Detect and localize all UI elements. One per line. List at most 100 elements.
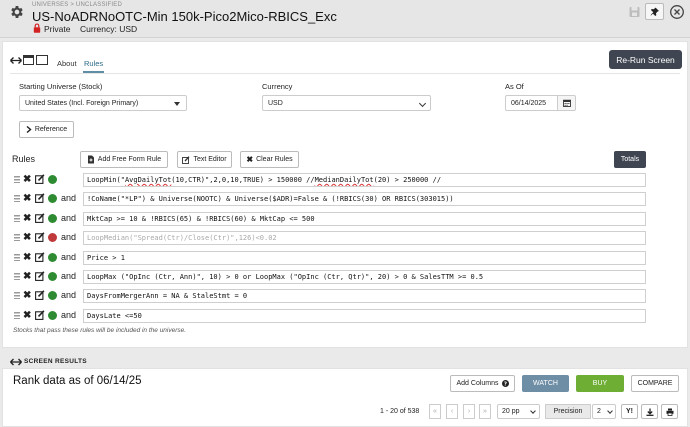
lock-icon [33,23,41,33]
starting-universe-select[interactable]: United States (Incl. Foreign Primary) [19,95,187,111]
drag-handle-icon[interactable] [14,273,20,280]
delete-rule-icon[interactable]: ✖ [23,310,31,321]
reference-button[interactable]: Reference [19,121,74,138]
drag-handle-icon[interactable] [14,292,20,300]
rule-conjunction: and [61,212,77,223]
tab-rules[interactable]: Rules [84,59,103,68]
delete-rule-icon[interactable]: ✖ [23,213,31,224]
rule-input[interactable]: LoopMax ("OpInc (Ctr, Ann)", 10) > 0 or … [83,270,646,284]
rule-input[interactable]: MktCap >= 10 & !RBICS(65) & !RBICS(60) &… [83,211,646,226]
totals-button[interactable]: Totals [614,151,646,168]
add-free-form-rule-button[interactable]: Add Free Form Rule [80,151,168,168]
rerun-screen-button[interactable]: Re-Run Screen [609,50,682,69]
starting-universe-value: United States (Incl. Foreign Primary) [25,99,139,107]
reference-label: Reference [34,126,68,133]
breadcrumb[interactable]: UNIVERSES > UNCLASSIFIED [32,2,122,8]
drag-handle-icon[interactable] [14,214,20,222]
rule-conjunction: and [61,232,77,243]
rule-conjunction: and [61,309,77,320]
delete-rule-icon[interactable]: ✖ [23,252,31,263]
rule-conjunction: and [61,193,77,204]
add-columns-button[interactable]: Add Columns ? [450,375,515,392]
edit-rule-icon[interactable] [35,310,45,320]
as-of-date-input[interactable]: 06/14/2025 [505,95,558,111]
drag-handle-icon[interactable] [14,195,20,203]
rule-status-dot[interactable] [48,213,57,223]
maximize-window-icon[interactable] [36,55,48,65]
as-of-date-value: 06/14/2025 [511,99,547,107]
drag-handle-icon[interactable] [14,234,20,242]
edit-rule-icon[interactable] [35,193,45,204]
precision-value: 2 [597,408,601,415]
delete-rule-icon[interactable]: ✖ [23,233,31,243]
rule-text: DaysFromMergerAnn = NA & StaleStmt = 0 [87,292,248,301]
precision-label: Precision [545,404,591,419]
rank-date-text: Rank data as of 06/14/25 [13,375,142,387]
rule-input[interactable]: !CoName("*LP") & Universe(NOOTC) & Unive… [83,192,646,207]
rule-text: MktCap >= 10 & !RBICS(65) & !RBICS(60) &… [87,214,315,223]
edit-rule-icon[interactable] [35,174,45,184]
precision-select[interactable]: 2 [592,404,616,419]
delete-rule-icon[interactable]: ✖ [23,272,31,282]
edit-rule-icon[interactable] [35,251,45,262]
pager-next-button[interactable]: › [463,404,475,419]
per-page-select[interactable]: 20 pp [497,404,540,419]
pin-button[interactable] [645,3,664,20]
expand-icon[interactable] [10,56,22,65]
pager-range-text: 1 - 20 of 538 [380,408,420,415]
rule-conjunction: and [61,290,77,301]
minimize-window-icon[interactable] [23,55,34,65]
watch-button[interactable]: WATCH [522,375,569,392]
drag-handle-icon[interactable] [14,311,20,319]
gear-icon[interactable] [9,4,25,20]
page-title: US-NoADRNoOTC-Min 150k-Pico2Mico-RBICS_E… [32,9,337,24]
rule-status-dot[interactable] [48,272,57,281]
print-button[interactable] [661,404,678,419]
edit-rule-icon[interactable] [35,213,45,223]
clear-rules-button[interactable]: ✖ Clear Rules [240,151,299,168]
drag-handle-icon[interactable] [14,253,20,261]
rule-conjunction: and [61,251,77,262]
drag-handle-icon[interactable] [14,176,20,183]
expand-icon[interactable] [10,358,22,366]
currency-field-label: Currency [262,82,293,91]
delete-rule-icon[interactable]: ✖ [23,194,31,204]
rule-status-dot[interactable] [48,175,57,184]
rule-input[interactable]: DaysLate <=50 [83,308,646,323]
download-button[interactable] [641,404,658,419]
rule-status-dot[interactable] [48,252,57,262]
buy-button[interactable]: BUY [576,375,624,392]
rule-input[interactable]: LoopMedian("Spread(Ctr)/Close(Ctr)",126)… [83,231,646,246]
tab-about[interactable]: About [57,59,77,68]
pager-prev-button[interactable]: ‹ [446,404,458,419]
rule-input[interactable]: DaysFromMergerAnn = NA & StaleStmt = 0 [83,289,646,304]
add-columns-label: Add Columns [456,380,499,387]
calendar-icon [562,99,571,107]
calendar-button[interactable] [557,95,576,111]
pager-last-button[interactable]: » [479,404,491,419]
edit-rule-icon[interactable] [35,232,45,243]
save-icon[interactable] [628,6,641,18]
yahoo-button[interactable]: Y! [621,404,638,419]
edit-rule-icon[interactable] [35,290,45,301]
rule-input[interactable]: LoopMin(" AvgDailyTot (10,CTR)",2,0,10,TRU… [83,173,646,187]
chevron-down-icon [418,99,427,108]
compare-button[interactable]: COMPARE [631,375,679,392]
rule-conjunction: and [61,271,77,281]
edit-rule-icon[interactable] [35,271,45,281]
currency-value: USD [268,99,283,107]
close-icon[interactable] [670,5,684,19]
rule-input[interactable]: Price > 1 [83,250,646,265]
delete-rule-icon[interactable]: ✖ [23,175,31,185]
pin-icon [650,7,659,16]
rule-status-dot[interactable] [48,310,57,320]
text-editor-label: Text Editor [193,156,227,163]
pager-first-button[interactable]: « [429,404,441,419]
delete-rule-icon[interactable]: ✖ [23,291,31,301]
tabs-divider [10,73,680,74]
add-free-form-label: Add Free Form Rule [97,156,162,163]
text-editor-button[interactable]: Text Editor [177,151,232,168]
rule-text-segment: (20) > 250000 // [373,176,442,184]
print-icon [666,408,673,416]
currency-select[interactable]: USD [262,95,431,111]
